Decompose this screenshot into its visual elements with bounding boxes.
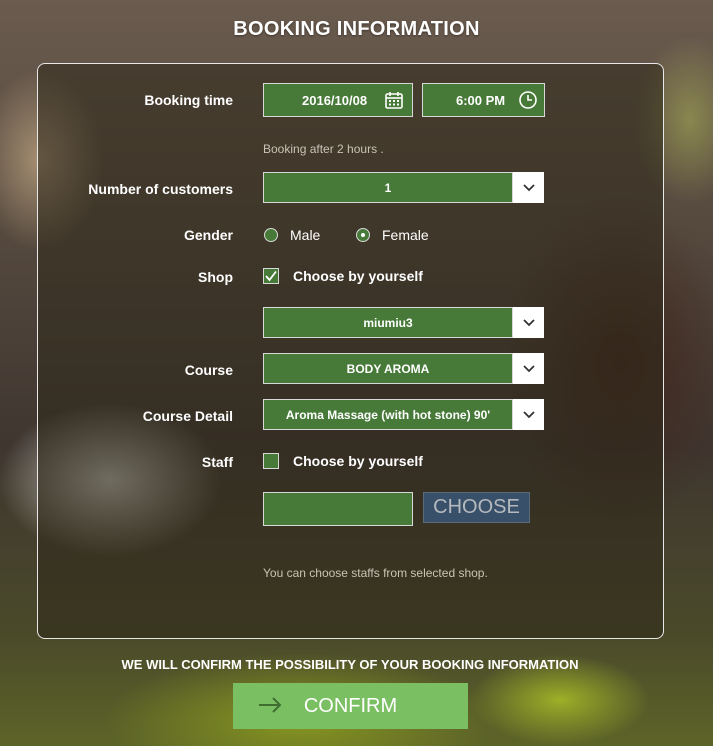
page-title: BOOKING INFORMATION [233,18,480,40]
confirm-label: CONFIRM [303,694,398,717]
customers-select[interactable]: 1 [263,172,544,203]
course-select[interactable]: BODY AROMA [263,353,544,384]
choose-staff-button[interactable]: CHOOSE [423,492,530,523]
chevron-down-icon[interactable] [513,399,544,430]
shop-select[interactable]: miumiu3 [263,307,544,338]
course-detail-value: Aroma Massage (with hot stone) 90' [263,399,513,430]
confirm-button[interactable]: CONFIRM [233,683,468,729]
shop-label: Shop [198,269,233,285]
course-detail-select[interactable]: Aroma Massage (with hot stone) 90' [263,399,544,430]
booking-time-label: Booking time [144,92,233,108]
gender-label: Gender [183,227,233,243]
staff-label: Staff [201,454,233,470]
booking-time-value: 6:00 PM [456,93,506,108]
clock-icon[interactable] [518,90,538,113]
booking-time-hint: Booking after 2 hours . [263,142,384,156]
chevron-down-icon[interactable] [513,353,544,384]
check-icon [265,270,277,282]
calendar-icon[interactable] [384,90,404,113]
staff-hint: You can choose staffs from selected shop… [263,566,488,580]
confirmation-notice: WE WILL CONFIRM THE POSSIBILITY OF YOUR … [121,657,579,672]
arrow-right-icon [259,697,282,713]
booking-time-field[interactable]: 6:00 PM [422,83,545,117]
customers-label: Number of customers [88,181,233,197]
shop-choose-checkbox[interactable] [263,268,279,284]
booking-date-value: 2016/10/08 [302,93,368,108]
customers-value: 1 [263,172,513,203]
shop-value: miumiu3 [263,307,513,338]
gender-male-radio[interactable] [264,228,278,242]
course-detail-label: Course Detail [142,408,233,424]
staff-choose-label: Choose by yourself [293,453,423,469]
chevron-down-icon[interactable] [513,307,544,338]
shop-choose-label: Choose by yourself [293,268,423,284]
staff-input[interactable] [263,492,413,526]
gender-female-label: Female [382,227,429,243]
chevron-down-icon[interactable] [513,172,544,203]
staff-choose-checkbox[interactable] [263,453,279,469]
course-value: BODY AROMA [263,353,513,384]
course-label: Course [184,362,233,378]
booking-date-field[interactable]: 2016/10/08 [263,83,413,117]
gender-male-label: Male [290,227,321,243]
gender-female-radio[interactable] [356,228,370,242]
